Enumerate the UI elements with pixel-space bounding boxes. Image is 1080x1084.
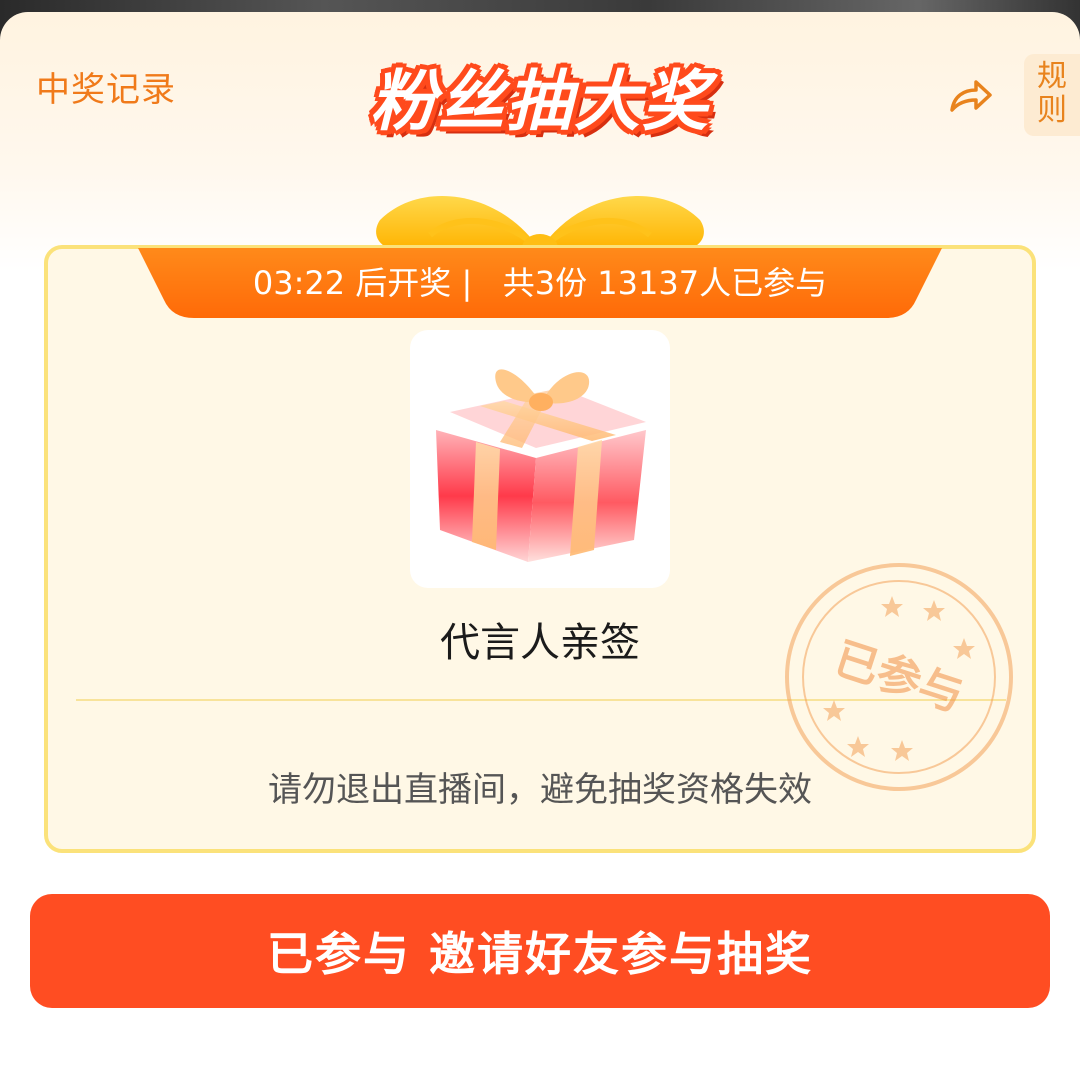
gift-box-icon <box>436 369 646 562</box>
winning-records-link[interactable]: 中奖记录 <box>36 62 176 111</box>
participated-stamp: 已参与 <box>785 563 1013 791</box>
prize-image-tile <box>410 330 670 588</box>
share-button[interactable] <box>944 70 996 122</box>
countdown-participants-text: 03:22 后开奖 | 共3份 13137人已参与 <box>252 264 828 302</box>
invite-friends-button[interactable]: 已参与 邀请好友参与抽奖 <box>30 894 1050 1008</box>
rules-label-2: 则 <box>1037 93 1067 128</box>
stay-in-room-notice: 请勿退出直播间，避免抽奖资格失效 <box>268 770 812 810</box>
lottery-title: 粉丝抽大奖 <box>370 40 710 140</box>
lottery-title-text: 粉丝抽大奖 <box>370 63 710 140</box>
stamp-text: 已参与 <box>828 633 969 722</box>
rules-label-1: 规 <box>1037 59 1067 94</box>
rules-button[interactable]: 规 则 <box>1024 54 1080 136</box>
share-arrow-icon <box>950 80 992 112</box>
